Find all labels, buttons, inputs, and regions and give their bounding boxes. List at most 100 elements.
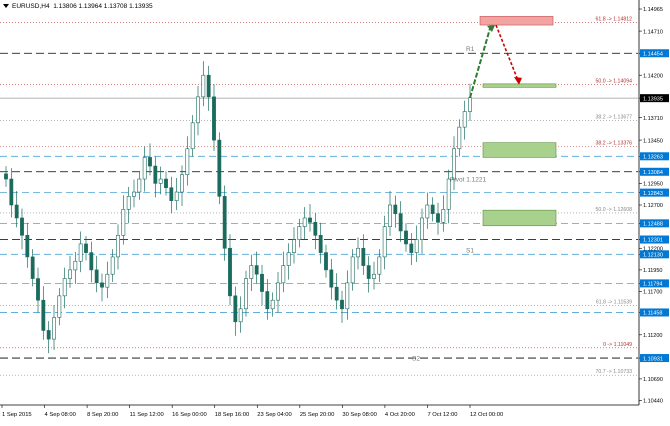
candle-body bbox=[297, 226, 302, 240]
price-tick-label: 1.11700 bbox=[643, 290, 662, 296]
candle-body bbox=[196, 96, 200, 124]
candle-body bbox=[254, 265, 259, 275]
candle-body bbox=[276, 282, 280, 301]
candle-body bbox=[126, 196, 131, 210]
price-tick-label: 1.12130 bbox=[643, 253, 663, 259]
time-tick-label: 18 Sep 16:00 bbox=[215, 412, 250, 418]
candle-body bbox=[238, 308, 243, 323]
pivot-label: S2 bbox=[412, 355, 420, 362]
dropdown-caret-icon[interactable] bbox=[3, 4, 9, 9]
candle-body bbox=[110, 256, 115, 275]
chart-title: EURUSD,H4 1.13806 1.13964 1.13708 1.1393… bbox=[3, 3, 153, 10]
price-tick-label: 1.12301 bbox=[643, 238, 663, 244]
candle-body bbox=[25, 234, 30, 258]
candle-body bbox=[30, 256, 35, 279]
candle-body bbox=[217, 139, 222, 197]
candle-body bbox=[142, 157, 147, 180]
candle-body bbox=[249, 265, 254, 279]
candle-body bbox=[468, 97, 472, 112]
candle-body bbox=[393, 204, 398, 214]
pivot-label: R1 bbox=[466, 46, 475, 53]
candle-body bbox=[94, 269, 99, 284]
fib-label: 50.0 -> 1.12608 bbox=[596, 207, 633, 213]
candle-body bbox=[420, 217, 424, 240]
candle-body bbox=[260, 273, 264, 292]
candle-body bbox=[388, 204, 392, 227]
time-tick-label: 30 Sep 08:00 bbox=[342, 412, 377, 418]
time-tick-label: 1 Sep 2015 bbox=[2, 412, 32, 418]
fib-label: 50.0 -> 1.14094 bbox=[596, 78, 633, 84]
candle-body bbox=[164, 178, 168, 188]
price-tick-label: 1.14965 bbox=[643, 7, 663, 13]
candle-body bbox=[414, 239, 419, 253]
candle-body bbox=[185, 148, 190, 176]
zone-rect bbox=[482, 83, 557, 88]
candle-body bbox=[313, 222, 318, 236]
candle-body bbox=[372, 273, 376, 279]
price-tick-label: 1.11950 bbox=[643, 268, 662, 274]
candle-body bbox=[441, 209, 446, 223]
candle-body bbox=[244, 278, 248, 310]
candle-body bbox=[446, 178, 451, 210]
chart-area[interactable]: 61.8 -> 1.14812 50.0 -> 1.14094 38.2 -> 1.… bbox=[0, 0, 670, 421]
price-tick-label: 1.13084 bbox=[643, 170, 663, 176]
price-tick-label: 1.11794 bbox=[643, 282, 662, 288]
time-tick-label: 8 Sep 20:00 bbox=[87, 412, 118, 418]
pivot-label: Pivot 1.1221 bbox=[450, 176, 487, 183]
price-tick-label: 1.12700 bbox=[643, 203, 663, 209]
candle-body bbox=[206, 74, 211, 98]
price-chart[interactable]: 61.8 -> 1.14812 50.0 -> 1.14094 38.2 -> 1.… bbox=[0, 0, 670, 421]
candle-body bbox=[84, 243, 88, 253]
candle-body bbox=[340, 299, 344, 310]
time-tick-label: 25 Sep 20:00 bbox=[300, 412, 335, 418]
fib-label: 0 -> 1.11049 bbox=[603, 342, 632, 348]
time-tick-label: 7 Oct 12:00 bbox=[427, 412, 457, 418]
candle-body bbox=[366, 265, 371, 279]
candle-body bbox=[308, 217, 312, 223]
candle-body bbox=[132, 191, 136, 197]
candle-body bbox=[41, 299, 46, 331]
candle-body bbox=[382, 226, 387, 258]
zone-rect bbox=[482, 142, 557, 158]
candle-body bbox=[425, 204, 430, 219]
candle-body bbox=[270, 299, 275, 310]
candle-body bbox=[222, 196, 227, 249]
candle-body bbox=[457, 126, 462, 150]
candle-body bbox=[462, 111, 467, 128]
time-tick-label: 11 Sep 12:00 bbox=[130, 412, 164, 418]
zone-rect bbox=[479, 16, 554, 26]
candle-body bbox=[430, 204, 435, 214]
candle-body bbox=[78, 243, 83, 262]
price-tick-label: 1.14454 bbox=[643, 51, 663, 57]
price-tick-label: 1.14200 bbox=[643, 73, 663, 79]
candle-body bbox=[398, 213, 403, 232]
price-tick-label: 1.13710 bbox=[643, 116, 663, 122]
candle-body bbox=[52, 317, 56, 340]
candle-body bbox=[180, 174, 184, 193]
candle-body bbox=[265, 291, 270, 310]
candle-body bbox=[350, 256, 355, 284]
candle-body bbox=[292, 239, 296, 253]
candle-body bbox=[121, 209, 126, 236]
fib-label: 61.8 -> 1.11539 bbox=[596, 299, 632, 305]
candle-body bbox=[62, 278, 67, 297]
candle-body bbox=[20, 217, 24, 236]
time-tick-label: 4 Oct 20:00 bbox=[385, 412, 415, 418]
price-tick-label: 1.12950 bbox=[643, 182, 663, 188]
price-tick-label: 1.10931 bbox=[643, 356, 663, 362]
time-tick-label: 23 Sep 04:00 bbox=[257, 412, 292, 418]
candle-body bbox=[89, 252, 94, 271]
candle-body bbox=[361, 247, 366, 266]
pivot-label: S1 bbox=[466, 247, 474, 254]
candle-body bbox=[281, 265, 286, 284]
candle-body bbox=[201, 74, 206, 98]
candle-body bbox=[9, 178, 14, 206]
price-tick-label: 1.13450 bbox=[643, 138, 663, 144]
price-tick-label: 1.13935 bbox=[643, 96, 663, 102]
symbol-label: EURUSD,H4 bbox=[12, 3, 50, 10]
price-tick-label: 1.12488 bbox=[643, 222, 663, 228]
zone-rect bbox=[482, 209, 557, 227]
candle-body bbox=[73, 260, 78, 271]
candle-body bbox=[137, 178, 142, 193]
price-tick-label: 1.11200 bbox=[643, 333, 662, 339]
